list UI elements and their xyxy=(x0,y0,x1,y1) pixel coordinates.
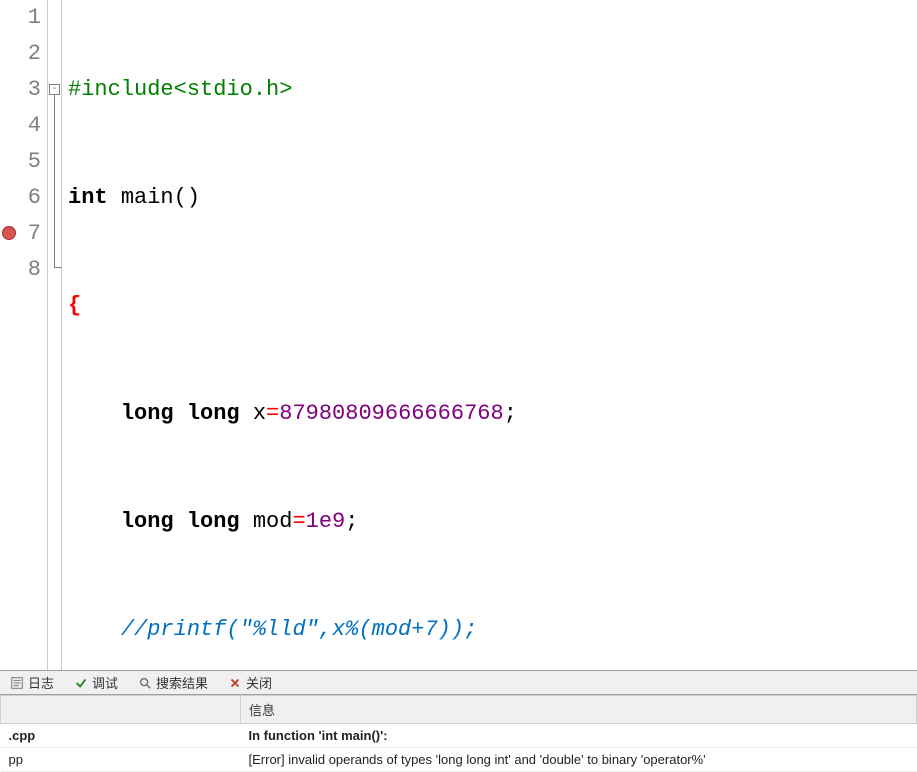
line-number: 1 xyxy=(28,0,41,36)
tab-close[interactable]: 关闭 xyxy=(222,672,278,694)
line-number: 7 xyxy=(28,216,41,252)
line-number: 3 xyxy=(28,72,41,108)
code-line: long long mod=1e9; xyxy=(62,504,917,540)
line-number-gutter: 1 2 3 4 5 6 7 8 xyxy=(0,0,48,670)
line-number: 6 xyxy=(28,180,41,216)
line-number: 8 xyxy=(28,252,41,288)
breakpoint-icon[interactable] xyxy=(2,226,16,240)
tab-log[interactable]: 日志 xyxy=(4,672,60,694)
log-icon xyxy=(10,676,24,690)
message-row[interactable]: .cpp In function 'int main()': xyxy=(1,724,917,748)
fold-toggle-icon[interactable]: - xyxy=(49,84,60,95)
search-icon xyxy=(138,676,152,690)
line-number: 4 xyxy=(28,108,41,144)
code-line: int main() xyxy=(62,180,917,216)
fold-column: - xyxy=(48,0,62,670)
code-line: //printf("%lld",x%(mod+7)); xyxy=(62,612,917,648)
close-icon xyxy=(228,676,242,690)
code-line: long long x=87980809666666768; xyxy=(62,396,917,432)
bottom-tabs: 日志 调试 搜索结果 关闭 xyxy=(0,671,917,695)
code-content[interactable]: #include<stdio.h> int main() { long long… xyxy=(62,0,917,670)
line-number: 2 xyxy=(28,36,41,72)
line-number: 5 xyxy=(28,144,41,180)
tab-debug[interactable]: 调试 xyxy=(68,672,124,694)
message-row[interactable]: pp [Error] invalid operands of types 'lo… xyxy=(1,748,917,772)
col-header-file[interactable] xyxy=(1,696,241,724)
col-header-info[interactable]: 信息 xyxy=(241,696,917,724)
tab-search[interactable]: 搜索结果 xyxy=(132,672,214,694)
compiler-messages-table: 信息 .cpp In function 'int main()': pp [Er… xyxy=(0,695,917,772)
code-editor[interactable]: 1 2 3 4 5 6 7 8 - #include<stdio.h> int … xyxy=(0,0,917,670)
check-icon xyxy=(74,676,88,690)
bottom-panel: 日志 调试 搜索结果 关闭 信息 .cpp In function 'int m… xyxy=(0,670,917,772)
code-line: #include<stdio.h> xyxy=(62,72,917,108)
code-line: { xyxy=(62,288,917,324)
